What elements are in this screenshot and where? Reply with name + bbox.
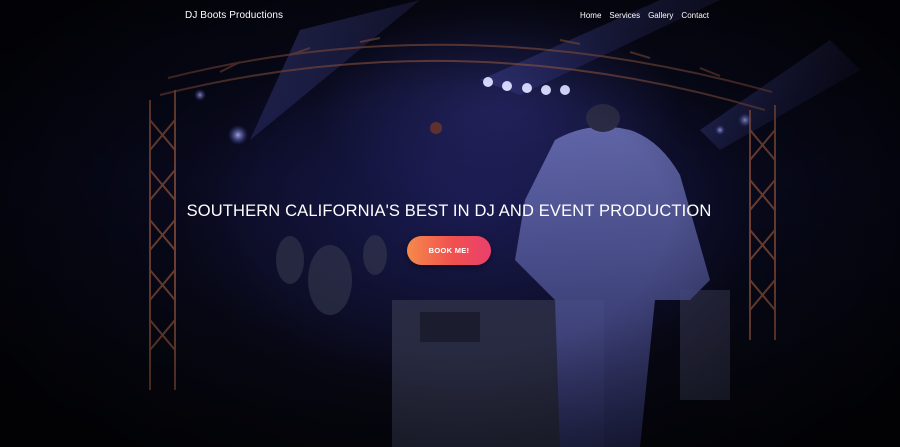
hero-section: DJ Boots Productions Home Services Galle… [0,0,900,447]
nav-link-contact[interactable]: Contact [681,11,709,20]
brand-link[interactable]: DJ Boots Productions [185,10,283,21]
background-photo [149,0,860,447]
nav-link-services[interactable]: Services [609,11,640,20]
nav-link-home[interactable]: Home [580,11,601,20]
nav-links: Home Services Gallery Contact [580,11,709,20]
nav-link-gallery[interactable]: Gallery [648,11,673,20]
navbar: DJ Boots Productions Home Services Galle… [0,0,900,32]
hero-headline: SOUTHERN CALIFORNIA'S BEST IN DJ AND EVE… [186,202,712,220]
book-me-button[interactable]: BOOK ME! [407,236,491,265]
